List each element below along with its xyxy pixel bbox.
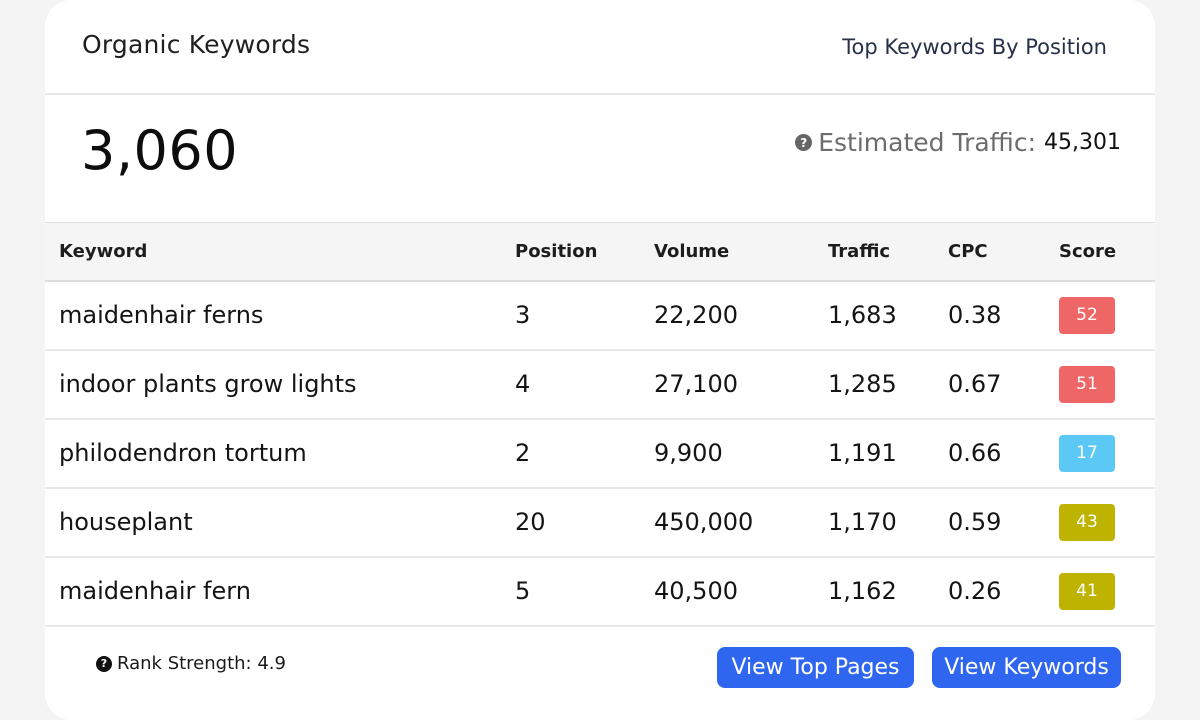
summary-section: 3,060 ? Estimated Traffic: 45,301 (45, 95, 1155, 222)
score-cell: 52 (1059, 280, 1155, 351)
estimated-traffic: ? Estimated Traffic: 45,301 (795, 128, 1121, 157)
organic-keywords-card: Organic Keywords Top Keywords By Positio… (45, 0, 1155, 720)
question-circle-icon[interactable]: ? (96, 655, 112, 672)
traffic-cell: 1,162 (828, 556, 948, 627)
volume-cell: 450,000 (654, 487, 828, 558)
total-keywords-count: 3,060 (81, 119, 239, 182)
volume-cell: 9,900 (654, 418, 828, 489)
score-badge: 41 (1059, 572, 1115, 610)
estimated-traffic-value: 45,301 (1044, 130, 1121, 155)
cpc-cell: 0.67 (948, 349, 1059, 420)
volume-cell: 22,200 (654, 280, 828, 351)
traffic-cell: 1,683 (828, 280, 948, 351)
table-row: maidenhair ferns 3 22,200 1,683 0.38 52 (45, 280, 1155, 351)
score-cell: 41 (1059, 556, 1155, 627)
table-row: indoor plants grow lights 4 27,100 1,285… (45, 349, 1155, 420)
cpc-cell: 0.38 (948, 280, 1059, 351)
card-footer: ? Rank Strength: 4.9 View Top Pages View… (45, 626, 1155, 720)
traffic-cell: 1,170 (828, 487, 948, 558)
table-row: maidenhair fern 5 40,500 1,162 0.26 41 (45, 556, 1155, 627)
position-cell: 20 (515, 487, 654, 558)
estimated-traffic-label: Estimated Traffic: (818, 128, 1037, 157)
score-badge: 17 (1059, 434, 1115, 472)
score-cell: 43 (1059, 487, 1155, 558)
table-row: houseplant 20 450,000 1,170 0.59 43 (45, 487, 1155, 558)
position-cell: 3 (515, 280, 654, 351)
header-keyword[interactable]: Keyword (45, 222, 515, 282)
score-cell: 51 (1059, 349, 1155, 420)
top-keywords-link[interactable]: Top Keywords By Position (842, 35, 1107, 59)
traffic-cell: 1,191 (828, 418, 948, 489)
header-score[interactable]: Score (1059, 222, 1155, 282)
card-title: Organic Keywords (82, 30, 311, 59)
table-row: philodendron tortum 2 9,900 1,191 0.66 1… (45, 418, 1155, 489)
view-keywords-button[interactable]: View Keywords (932, 647, 1121, 688)
question-circle-icon[interactable]: ? (795, 134, 813, 151)
rank-strength: ? Rank Strength: 4.9 (96, 653, 286, 674)
header-traffic[interactable]: Traffic (828, 222, 948, 282)
header-volume[interactable]: Volume (654, 222, 828, 282)
volume-cell: 40,500 (654, 556, 828, 627)
keyword-cell[interactable]: maidenhair fern (45, 556, 515, 627)
traffic-cell: 1,285 (828, 349, 948, 420)
rank-strength-text: Rank Strength: 4.9 (117, 653, 286, 674)
volume-cell: 27,100 (654, 349, 828, 420)
table-header-row: Keyword Position Volume Traffic CPC Scor… (45, 222, 1155, 282)
view-top-pages-button[interactable]: View Top Pages (717, 647, 914, 688)
header-cpc[interactable]: CPC (948, 222, 1059, 282)
score-cell: 17 (1059, 418, 1155, 489)
keyword-cell[interactable]: maidenhair ferns (45, 280, 515, 351)
position-cell: 5 (515, 556, 654, 627)
cpc-cell: 0.59 (948, 487, 1059, 558)
position-cell: 2 (515, 418, 654, 489)
cpc-cell: 0.26 (948, 556, 1059, 627)
keywords-table: Keyword Position Volume Traffic CPC Scor… (45, 222, 1155, 627)
keyword-cell[interactable]: indoor plants grow lights (45, 349, 515, 420)
score-badge: 52 (1059, 296, 1115, 334)
keyword-cell[interactable]: philodendron tortum (45, 418, 515, 489)
score-badge: 43 (1059, 503, 1115, 541)
card-header: Organic Keywords Top Keywords By Positio… (45, 0, 1155, 95)
keyword-cell[interactable]: houseplant (45, 487, 515, 558)
position-cell: 4 (515, 349, 654, 420)
header-position[interactable]: Position (515, 222, 654, 282)
cpc-cell: 0.66 (948, 418, 1059, 489)
score-badge: 51 (1059, 365, 1115, 403)
